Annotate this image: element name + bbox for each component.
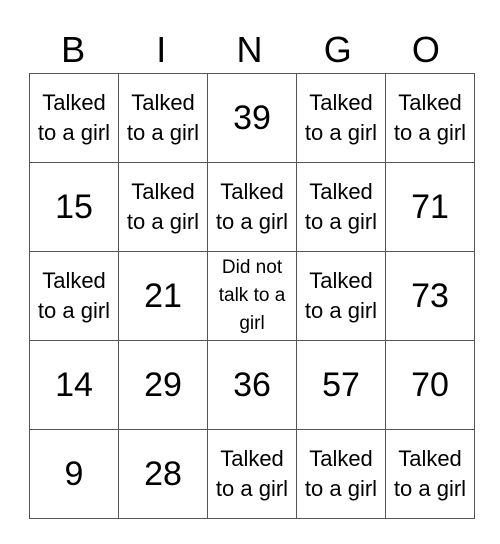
- header-letter: N: [236, 29, 263, 70]
- bingo-cell[interactable]: Talked to a girl: [29, 73, 119, 163]
- bingo-card: Talked to a girl Talked to a girl 39 Talked…: [29, 73, 475, 519]
- cell-text: 39: [233, 98, 271, 137]
- cell-text: 15: [55, 187, 93, 226]
- bingo-cell[interactable]: Talked to a girl: [296, 73, 386, 163]
- bingo-cell[interactable]: 71: [385, 162, 475, 252]
- bingo-cell[interactable]: 29: [118, 340, 208, 430]
- bingo-cell[interactable]: Talked to a girl: [296, 429, 386, 519]
- header-letter: O: [411, 29, 440, 70]
- bingo-row: 9 28 Talked to a girl Talked to a girl Talke…: [29, 429, 475, 519]
- bingo-cell[interactable]: Talked to a girl: [207, 429, 297, 519]
- cell-text: Did not talk to a girl: [218, 257, 286, 334]
- bingo-header: B I N G O: [29, 28, 470, 72]
- bingo-cell[interactable]: 28: [118, 429, 208, 519]
- cell-text: Talked to a girl: [393, 446, 467, 501]
- cell-text: 57: [322, 365, 360, 404]
- bingo-cell[interactable]: Talked to a girl: [385, 429, 475, 519]
- bingo-cell[interactable]: 70: [385, 340, 475, 430]
- bingo-cell[interactable]: Talked to a girl: [118, 162, 208, 252]
- cell-text: 14: [55, 365, 93, 404]
- cell-text: 36: [233, 365, 271, 404]
- bingo-row: 14 29 36 57 70: [29, 340, 475, 430]
- bingo-cell[interactable]: 57: [296, 340, 386, 430]
- bingo-cell[interactable]: 36: [207, 340, 297, 430]
- bingo-row: 15 Talked to a girl Talked to a girl Talked…: [29, 162, 475, 252]
- cell-text: 9: [64, 454, 84, 493]
- header-letter: G: [323, 29, 352, 70]
- cell-text: Talked to a girl: [215, 179, 289, 234]
- cell-text: 71: [411, 187, 449, 226]
- cell-text: 73: [411, 276, 449, 315]
- bingo-cell[interactable]: Talked to a girl: [207, 162, 297, 252]
- cell-text: Talked to a girl: [37, 268, 111, 323]
- cell-text: Talked to a girl: [304, 268, 378, 323]
- cell-text: Talked to a girl: [393, 90, 467, 145]
- bingo-cell[interactable]: Talked to a girl: [296, 162, 386, 252]
- cell-text: Talked to a girl: [304, 90, 378, 145]
- cell-text: Talked to a girl: [304, 179, 378, 234]
- bingo-cell[interactable]: 15: [29, 162, 119, 252]
- cell-text: 28: [144, 454, 182, 493]
- bingo-cell[interactable]: 14: [29, 340, 119, 430]
- bingo-cell[interactable]: 73: [385, 251, 475, 341]
- bingo-cell[interactable]: 9: [29, 429, 119, 519]
- cell-text: Talked to a girl: [126, 179, 200, 234]
- cell-text: 70: [411, 365, 449, 404]
- bingo-cell[interactable]: Talked to a girl: [118, 73, 208, 163]
- bingo-cell[interactable]: Did not talk to a girl: [207, 251, 297, 341]
- bingo-cell[interactable]: 21: [118, 251, 208, 341]
- cell-text: 21: [144, 276, 182, 315]
- cell-text: 29: [144, 365, 182, 404]
- cell-text: Talked to a girl: [37, 90, 111, 145]
- header-letter: I: [156, 29, 167, 70]
- bingo-cell[interactable]: Talked to a girl: [385, 73, 475, 163]
- header-letter: B: [61, 29, 86, 70]
- bingo-row: Talked to a girl Talked to a girl 39 Talked…: [29, 73, 475, 163]
- cell-text: Talked to a girl: [304, 446, 378, 501]
- cell-text: Talked to a girl: [215, 446, 289, 501]
- bingo-row: Talked to a girl 21 Did not talk to a girl…: [29, 251, 475, 341]
- bingo-cell[interactable]: Talked to a girl: [29, 251, 119, 341]
- cell-text: Talked to a girl: [126, 90, 200, 145]
- bingo-cell[interactable]: Talked to a girl: [296, 251, 386, 341]
- bingo-cell[interactable]: 39: [207, 73, 297, 163]
